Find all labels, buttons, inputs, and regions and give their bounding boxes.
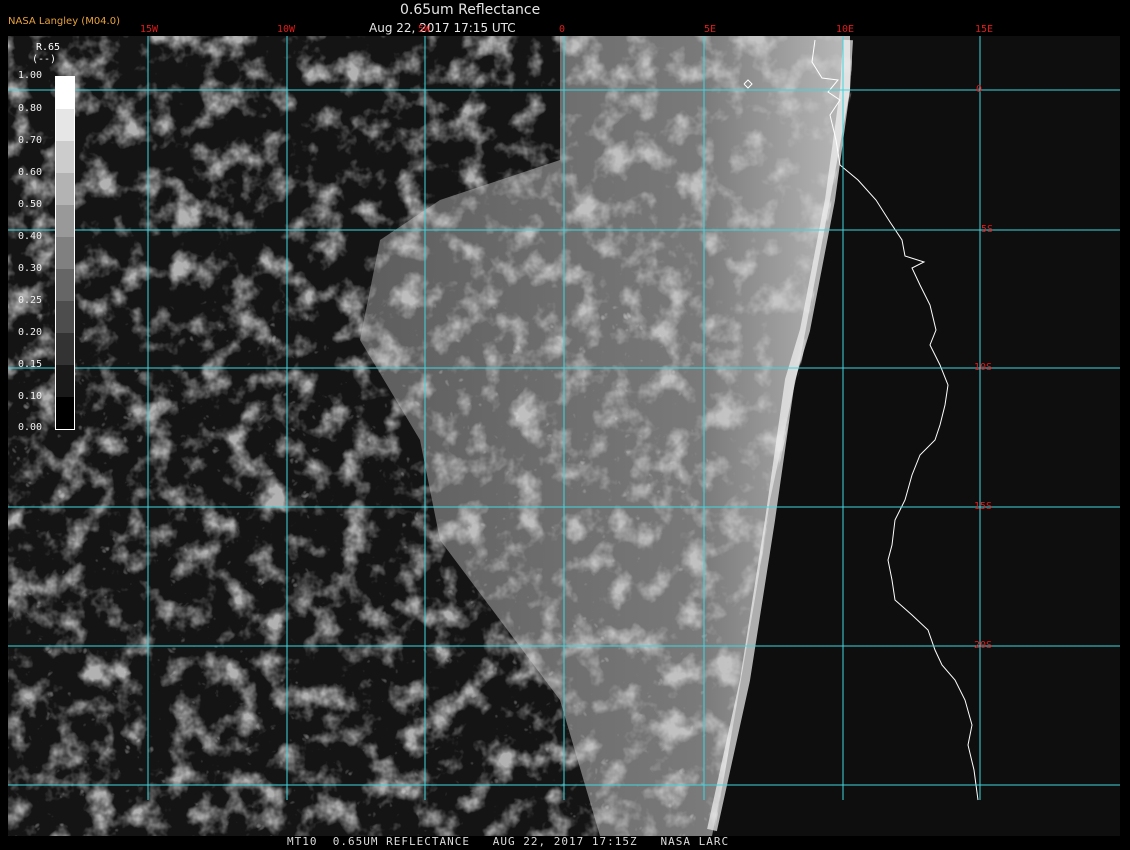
legend-tick: 0.60 [18,167,43,178]
legend-swatch [56,365,74,397]
lon-label-10w: 10W [277,24,296,35]
producer-label: NASA Langley (M04.0) [8,16,120,27]
legend-swatch [56,237,74,269]
cloud-speckle [8,300,708,836]
legend-tick: 0.40 [18,231,43,242]
legend-variable: R.65 [36,42,61,53]
legend-swatch [56,77,74,109]
map-title: 0.65um Reflectance [400,2,541,18]
lon-label-0: 0 [559,24,566,35]
lon-label-5w: 5W [418,24,431,35]
lat-label-15s: 15S [974,501,993,512]
lon-label-15e: 15E [975,24,994,35]
legend-tick: 0.10 [18,391,43,402]
satellite-map [0,0,1130,850]
legend-tick: 0.70 [18,135,43,146]
legend-tick: 0.00 [18,422,43,433]
legend-tick: 0.20 [18,327,43,338]
legend-swatch [56,205,74,237]
legend-tick: 1.00 [18,70,43,81]
reflectance-legend: R.65 (--) 1.00 0.80 0.70 0.60 0.50 0.40 … [14,42,80,442]
lat-label-0: 0 [976,84,983,95]
legend-swatch [56,333,74,365]
lon-label-15w: 15W [140,24,159,35]
lat-label-20s: 20S [974,640,993,651]
lat-label-5s: 5S [981,224,994,235]
footer-caption: MT10 0.65UM REFLECTANCE AUG 22, 2017 17:… [287,835,730,848]
legend-colorbar [55,76,75,430]
legend-swatch [56,301,74,333]
legend-tick: 0.80 [18,103,43,114]
legend-tick: 0.50 [18,199,43,210]
legend-tick: 0.15 [18,359,43,370]
map-timestamp: Aug 22, 2017 17:15 UTC [369,21,516,35]
lon-label-10e: 10E [836,24,855,35]
legend-swatch [56,141,74,173]
legend-tick: 0.25 [18,295,43,306]
legend-swatch [56,397,74,429]
lon-label-5e: 5E [704,24,717,35]
legend-swatch [56,173,74,205]
legend-swatch [56,109,74,141]
lat-label-10s: 10S [974,362,993,373]
legend-tick: 0.30 [18,263,43,274]
legend-unit: (--) [32,54,57,65]
legend-swatch [56,269,74,301]
